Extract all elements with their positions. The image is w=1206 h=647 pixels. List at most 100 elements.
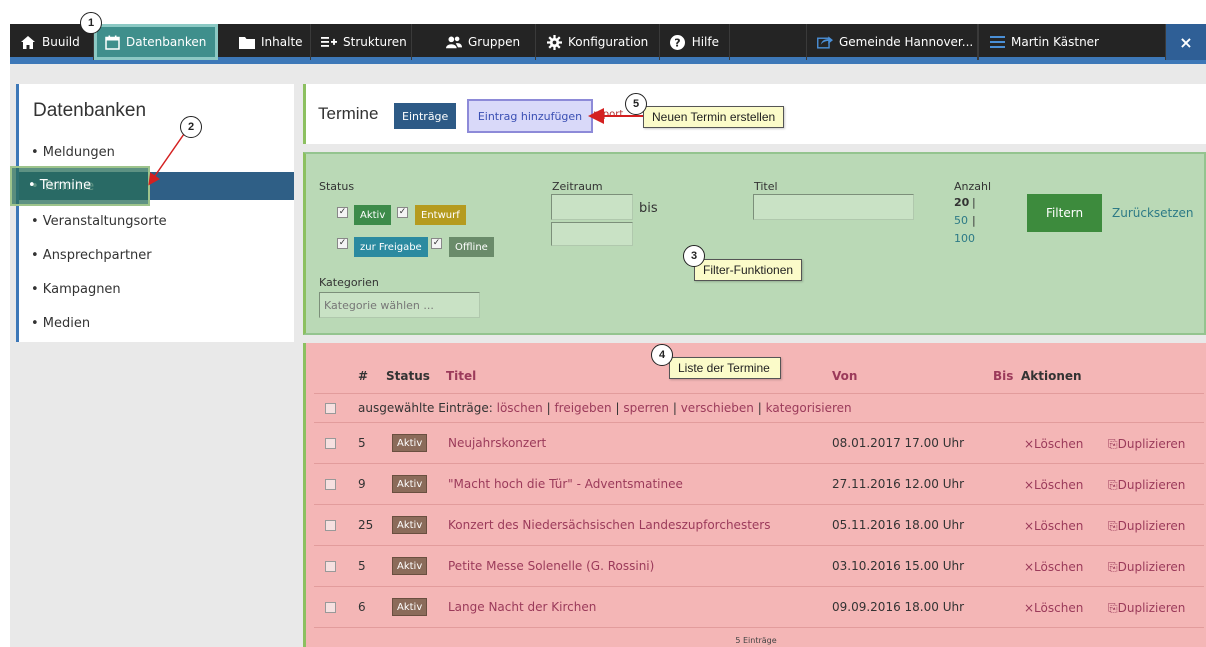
zeitraum-bis-label: bis [639,201,658,216]
row-id: 5 [358,559,366,573]
row-delete-link[interactable]: ×Löschen [1024,601,1083,615]
nav-strukturen[interactable]: Strukturen [311,24,412,60]
nav-gemeinde-label: Gemeinde Hannover... [839,35,974,49]
table-row: 6 Aktiv Lange Nacht der Kirchen 09.09.20… [314,587,1204,628]
anzahl-separator: | [972,196,976,209]
anzahl-option-50[interactable]: 50 [954,214,968,227]
status-badge: Aktiv [392,516,428,534]
select-all-checkbox[interactable] [325,403,336,414]
table-row: 9 Aktiv "Macht hoch die Tür" - Adventsma… [314,464,1204,505]
bulk-freigeben[interactable]: freigeben [554,401,611,415]
row-checkbox[interactable] [325,479,336,490]
sidebar-item-veranstaltungsorte[interactable]: • Veranstaltungsorte [19,207,294,235]
reset-link[interactable]: Zurücksetzen [1112,206,1194,220]
table-row: 5 Aktiv Neujahrskonzert 08.01.2017 17.00… [314,423,1204,464]
bulk-loeschen[interactable]: löschen [497,401,543,415]
row-duplicate-link[interactable]: ⎘Duplizieren [1108,601,1185,616]
row-delete-link[interactable]: ×Löschen [1024,478,1083,492]
help-icon: ? [670,34,686,50]
nav-konfiguration[interactable]: Konfiguration [536,24,660,60]
sidebar-item-medien[interactable]: • Medien [19,309,294,337]
row-id: 5 [358,436,366,450]
row-id: 6 [358,600,366,614]
marker-1: 1 [80,12,102,34]
nav-user-label: Martin Kästner [1011,35,1099,49]
sidebar-item-meldungen[interactable]: • Meldungen [19,138,294,166]
tag-zur-freigabe: zur Freigabe [354,237,428,257]
row-delete-link[interactable]: ×Löschen [1024,519,1083,533]
nav-gemeinde[interactable]: Gemeinde Hannover... [806,24,978,60]
checkbox-offline[interactable]: ✓ [431,238,442,249]
screenshot-stage: Buuild Datenbanken Inhalte Strukturen Gr… [0,0,1206,647]
status-label: Status [319,180,355,193]
bulk-verschieben[interactable]: verschieben [681,401,754,415]
kategorien-input[interactable]: Kategorie wählen ... [319,292,480,318]
marker-3: 3 [683,245,705,267]
home-icon [20,34,36,50]
bulk-sperren[interactable]: sperren [623,401,669,415]
marker-4: 4 [651,344,673,366]
nav-inhalte[interactable]: Inhalte [229,24,311,60]
zeitraum-from-input[interactable] [551,194,633,220]
tag-aktiv: Aktiv [354,205,392,225]
anzahl-option-20[interactable]: 20 [954,196,969,209]
row-delete-link[interactable]: ×Löschen [1024,560,1083,574]
row-duplicate-link[interactable]: ⎘Duplizieren [1108,437,1185,452]
page-title: Termine [318,104,379,123]
callout-liste-der-termine: Liste der Termine [669,357,781,379]
row-title-link[interactable]: Neujahrskonzert [448,436,546,450]
nav-gruppen[interactable]: Gruppen [436,24,536,60]
titel-filter-input[interactable] [753,194,914,220]
filter-button[interactable]: Filtern [1027,194,1102,232]
sidebar-title: Datenbanken [33,100,147,121]
col-header-bis[interactable]: Bis [993,369,1013,383]
row-title-link[interactable]: Konzert des Niedersächsischen Landeszupf… [448,518,770,532]
nav-datenbanken-label: Datenbanken [126,35,207,49]
row-date: 03.10.2016 15.00 Uhr [832,559,965,573]
marker-2: 2 [180,116,202,138]
row-duplicate-link[interactable]: ⎘Duplizieren [1108,519,1185,534]
sidebar-item-ansprechpartner[interactable]: • Ansprechpartner [19,241,294,269]
table-row: 25 Aktiv Konzert des Niedersächsischen L… [314,505,1204,546]
row-title-link[interactable]: "Macht hoch die Tür" - Adventsmatinee [448,477,683,491]
col-header-titel[interactable]: Titel [446,369,476,383]
titel-filter-label: Titel [754,180,778,193]
import-button-partial[interactable]: mport [593,109,623,120]
checkbox-entwurf[interactable]: ✓ [397,207,408,218]
anzahl-option-100[interactable]: 100 [954,232,975,245]
row-duplicate-link[interactable]: ⎘Duplizieren [1108,560,1185,575]
anzahl-label: Anzahl [954,180,992,193]
checkbox-zur-freigabe[interactable]: ✓ [337,238,348,249]
nav-user-menu[interactable]: Martin Kästner [978,24,1166,60]
entries-button[interactable]: Einträge [394,103,457,129]
row-checkbox[interactable] [325,520,336,531]
list-plus-icon [321,34,337,50]
row-duplicate-link[interactable]: ⎘Duplizieren [1108,478,1185,493]
nav-hilfe[interactable]: ? Hilfe [660,24,730,60]
filter-panel: Status ✓ Aktiv ✓ Entwurf ✓ zur Freigabe … [303,152,1206,335]
nav-konfiguration-label: Konfiguration [568,35,649,49]
nav-inhalte-label: Inhalte [261,35,303,49]
row-title-link[interactable]: Lange Nacht der Kirchen [448,600,596,614]
callout-filter-funktionen: Filter-Funktionen [694,259,803,281]
add-entry-button[interactable]: Eintrag hinzufügen [467,99,593,133]
sidebar: Datenbanken • Meldungen • Termine • Vera… [16,84,294,342]
row-checkbox[interactable] [325,438,336,449]
row-checkbox[interactable] [325,602,336,613]
row-delete-link[interactable]: ×Löschen [1024,437,1083,451]
nav-datenbanken[interactable]: Datenbanken [94,24,218,60]
bulk-separator: | [615,401,620,415]
sidebar-item-kampagnen[interactable]: • Kampagnen [19,275,294,303]
row-checkbox[interactable] [325,561,336,572]
tag-offline: Offline [449,237,494,257]
nav-gruppen-label: Gruppen [468,35,521,49]
row-title-link[interactable]: Petite Messe Solenelle (G. Rossini) [448,559,654,573]
bulk-prefix: ausgewählte Einträge: [358,401,493,415]
close-icon[interactable]: × [1166,24,1206,60]
col-header-von[interactable]: Von [832,369,857,383]
col-header-status: Status [386,369,430,383]
checkbox-aktiv[interactable]: ✓ [337,207,348,218]
bulk-kategorisieren[interactable]: kategorisieren [766,401,852,415]
zeitraum-to-input[interactable] [551,222,633,246]
row-id: 25 [358,518,374,532]
